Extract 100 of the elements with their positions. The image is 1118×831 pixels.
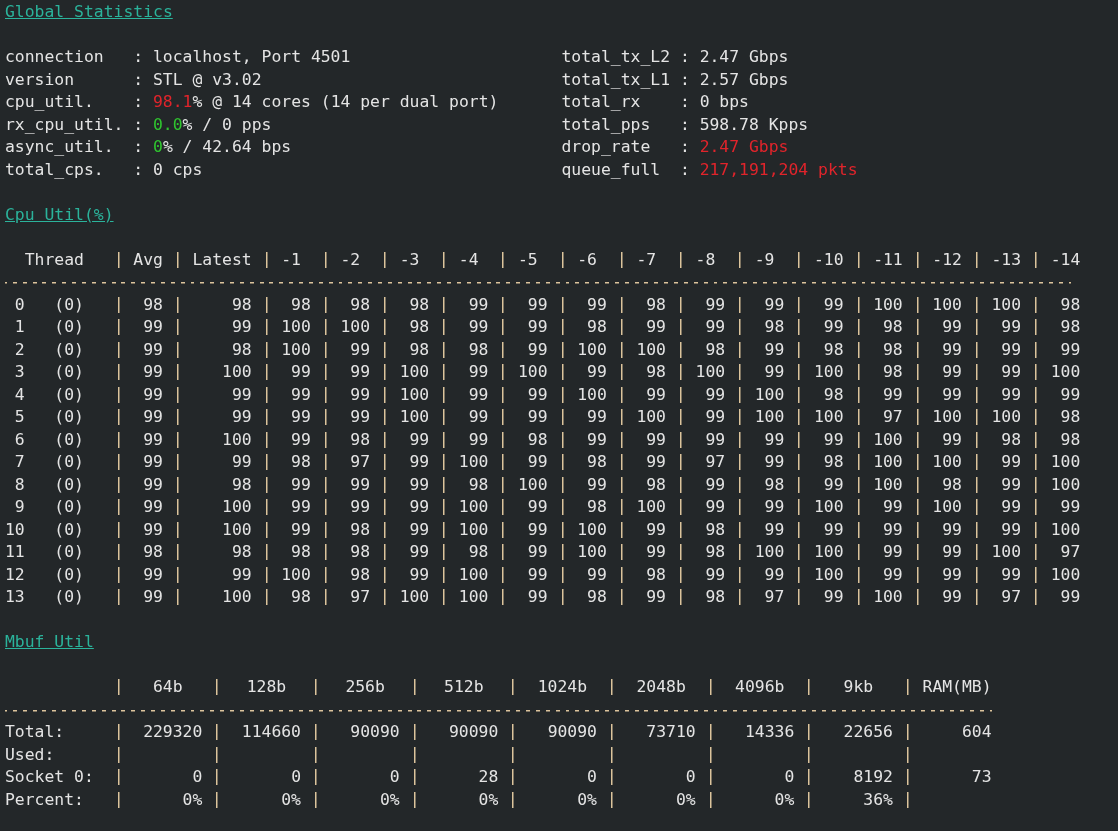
table-cell-text: 99 bbox=[142, 316, 164, 338]
table-cell-text: 99 bbox=[1059, 586, 1082, 608]
table-cell-text: 229320 bbox=[142, 721, 204, 743]
table-cell-text: 100 bbox=[812, 496, 845, 518]
table-cell-text: 99 bbox=[704, 563, 727, 586]
socket-id: (0) bbox=[54, 406, 85, 428]
table-cell-text: 100 bbox=[872, 473, 904, 496]
stat-value: 98.1% @ 14 cores (14 per dual port) bbox=[153, 91, 499, 113]
table-cell-text: 0 bbox=[290, 766, 302, 788]
table-cell-text: 99 bbox=[142, 361, 164, 383]
column-header: -7 bbox=[635, 248, 658, 271]
colon-separator: : bbox=[679, 46, 690, 68]
table-cell-text: 98 bbox=[704, 518, 727, 541]
table-cell-text: 99 bbox=[941, 316, 963, 338]
table-cell-text: 99 bbox=[408, 518, 431, 541]
table-cell-text: 99 bbox=[763, 293, 786, 316]
table-cell-text: 100 bbox=[1049, 473, 1082, 496]
table-cell-text: 99 bbox=[763, 338, 786, 361]
table-cell-text: 99 bbox=[882, 541, 904, 563]
table-cell-text: 100 bbox=[872, 293, 904, 316]
table-cell-text: 99 bbox=[645, 451, 667, 473]
table-cell-text: 100 bbox=[517, 473, 549, 496]
table-cell-text: 98 bbox=[704, 586, 727, 608]
table-cell-text: 99 bbox=[526, 541, 549, 563]
colon-separator: : bbox=[133, 136, 144, 158]
table-cell-text: 98 bbox=[290, 293, 312, 316]
table-cell-text: 100 bbox=[576, 338, 608, 361]
socket-id: (0) bbox=[54, 428, 85, 451]
column-header: Latest bbox=[191, 248, 253, 271]
socket-id: (0) bbox=[54, 316, 85, 338]
table-cell-text: 98 bbox=[408, 316, 431, 338]
column-header: -10 bbox=[812, 248, 845, 271]
table-cell-text: 99 bbox=[586, 293, 608, 316]
table-cell-text: 73710 bbox=[645, 721, 697, 743]
column-header: 256b bbox=[344, 676, 386, 698]
thread-id: 1 bbox=[13, 316, 25, 338]
table-cell-text: 97 bbox=[349, 451, 372, 473]
table-cell-text: 99 bbox=[290, 406, 312, 428]
table-cell-text: 99 bbox=[349, 496, 372, 518]
table-cell-text: 100 bbox=[931, 293, 963, 316]
stat-value: 2.47 Gbps bbox=[699, 136, 789, 158]
table-cell-text: 100 bbox=[931, 406, 963, 428]
table-cell-text: 99 bbox=[645, 586, 667, 608]
table-cell-text: 99 bbox=[763, 451, 786, 473]
table-cell-text: 99 bbox=[349, 383, 372, 406]
table-cell-text: 99 bbox=[467, 316, 490, 338]
table-cell-text: 99 bbox=[586, 473, 608, 496]
thread-id: 6 bbox=[13, 428, 25, 451]
table-cell-text: 99 bbox=[467, 361, 490, 383]
table-cell-text: 14336 bbox=[743, 721, 796, 743]
table-cell-text: 100 bbox=[931, 451, 963, 473]
socket-id: (0) bbox=[54, 293, 85, 316]
stat-label: total_cps. bbox=[5, 158, 105, 181]
table-cell-text: 0% bbox=[773, 788, 796, 811]
table-cell-text: 98 bbox=[1059, 428, 1082, 451]
table-cell-text: 99 bbox=[645, 518, 667, 541]
table-cell-text: 98 bbox=[349, 518, 372, 541]
table-cell-text: 98 bbox=[882, 316, 904, 338]
table-cell-text: 28 bbox=[477, 766, 500, 788]
table-cell-text: 99 bbox=[882, 518, 904, 541]
column-header: Thread bbox=[23, 248, 85, 271]
table-cell-text: 36% bbox=[862, 788, 894, 811]
colon-separator: : bbox=[679, 113, 690, 136]
thread-id: 4 bbox=[13, 383, 25, 406]
stat-label: async_util. bbox=[5, 136, 115, 158]
table-cell-text: 99 bbox=[408, 473, 431, 496]
table-cell-text: 99 bbox=[941, 361, 963, 383]
table-cell-text: 98 bbox=[290, 541, 312, 563]
table-cell-text: 99 bbox=[704, 383, 727, 406]
table-cell-text: 100 bbox=[457, 586, 490, 608]
table-cell-text: 98 bbox=[822, 383, 845, 406]
table-cell-text: 100 bbox=[812, 361, 845, 383]
table-cell-text: 99 bbox=[704, 293, 727, 316]
stat-label: cpu_util. bbox=[5, 91, 95, 113]
table-cell-text: 98 bbox=[822, 338, 845, 361]
table-cell-text: 99 bbox=[142, 563, 164, 586]
table-cell-text: 98 bbox=[763, 473, 786, 496]
table-cell-text: 99 bbox=[142, 473, 164, 496]
table-cell-text: 90090 bbox=[349, 721, 401, 743]
colon-separator: : bbox=[133, 91, 144, 113]
table-cell-text: 98 bbox=[408, 338, 431, 361]
table-cell-text: 98 bbox=[586, 451, 608, 473]
table-cell-text: 98 bbox=[704, 541, 727, 563]
column-header: -1 bbox=[280, 248, 302, 271]
table-cell-text: 100 bbox=[753, 406, 786, 428]
table-cell-text: 99 bbox=[526, 338, 549, 361]
table-cell-text: 99 bbox=[882, 496, 904, 518]
stat-label: connection bbox=[5, 46, 105, 68]
table-cell-text: 98 bbox=[290, 586, 312, 608]
table-cell-text: 99 bbox=[586, 406, 608, 428]
table-cell-text: 99 bbox=[290, 496, 312, 518]
table-cell-text: 99 bbox=[526, 496, 549, 518]
table-cell-text: 100 bbox=[1049, 518, 1082, 541]
colon-separator: : bbox=[133, 46, 144, 68]
table-cell-text: 99 bbox=[1000, 518, 1023, 541]
table-cell-text: 99 bbox=[230, 563, 253, 586]
table-cell-text: 100 bbox=[872, 428, 904, 451]
table-cell-text: 99 bbox=[1059, 338, 1082, 361]
column-header: 64b bbox=[152, 676, 184, 698]
table-cell-text: 99 bbox=[704, 406, 727, 428]
